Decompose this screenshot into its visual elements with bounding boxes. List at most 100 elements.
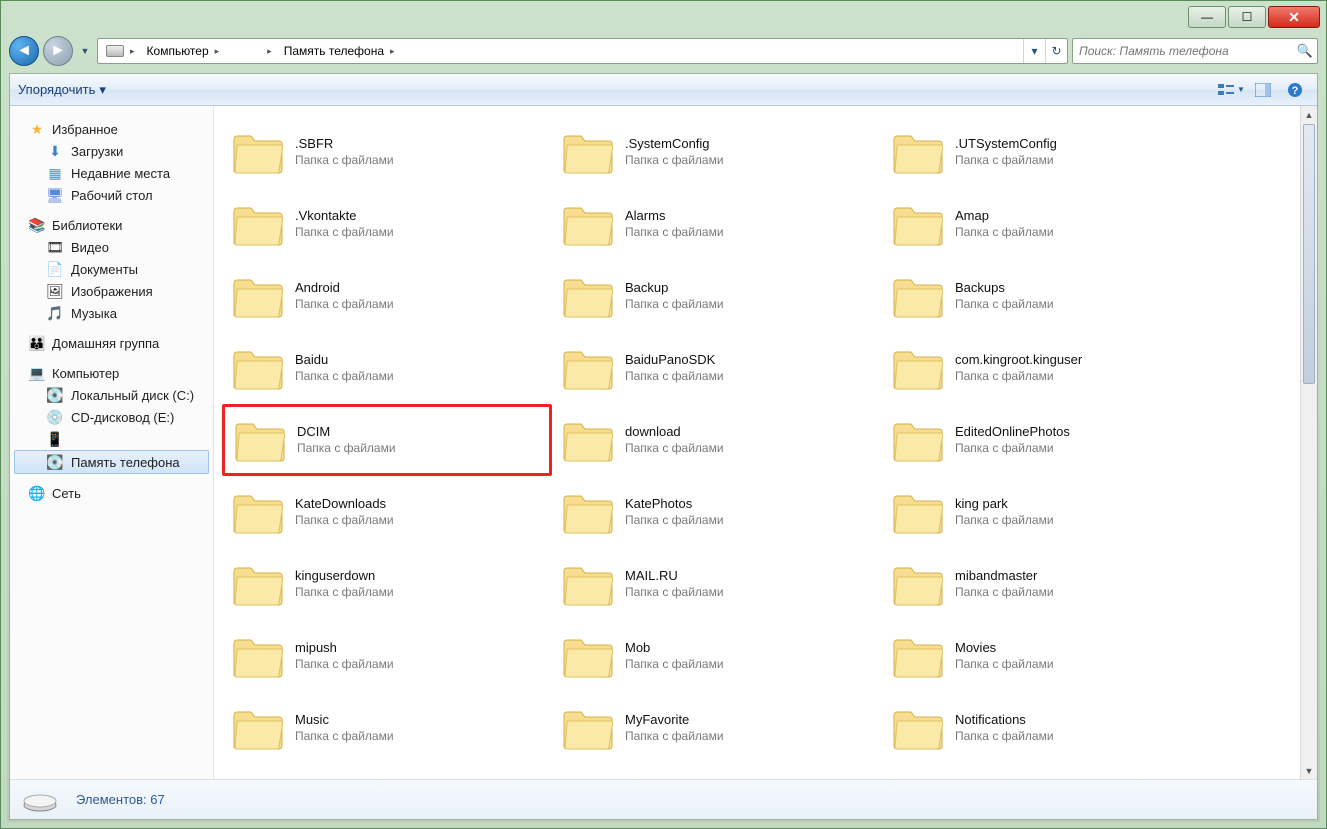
- scroll-up-button[interactable]: ▲: [1301, 106, 1317, 123]
- folder-item[interactable]: mibandmaster Папка с файлами: [882, 548, 1212, 620]
- folder-item[interactable]: BaiduPanoSDK Папка с файлами: [552, 332, 882, 404]
- folder-item[interactable]: download Папка с файлами: [552, 404, 882, 476]
- folder-item[interactable]: Backup Папка с файлами: [552, 260, 882, 332]
- folder-item[interactable]: kinguserdown Папка с файлами: [222, 548, 552, 620]
- sidebar-libraries-head[interactable]: 📚Библиотеки: [10, 214, 213, 236]
- sidebar-item-phone-memory[interactable]: 💽Память телефона: [14, 450, 209, 474]
- folder-icon: [561, 488, 615, 536]
- sidebar-computer-head[interactable]: 💻Компьютер: [10, 362, 213, 384]
- back-button[interactable]: ◄: [9, 36, 39, 66]
- sidebar-item-music[interactable]: 🎵Музыка: [10, 302, 213, 324]
- folder-item[interactable]: Movies Папка с файлами: [882, 620, 1212, 692]
- organize-menu[interactable]: Упорядочить ▾: [18, 82, 106, 98]
- sidebar-item-downloads[interactable]: ⬇Загрузки: [10, 140, 213, 162]
- sidebar-item-desktop[interactable]: 🖥Рабочий стол: [10, 184, 213, 206]
- folder-name: KateDownloads: [295, 496, 394, 513]
- folder-item[interactable]: Backups Папка с файлами: [882, 260, 1212, 332]
- scroll-thumb[interactable]: [1303, 124, 1315, 384]
- computer-icon: 💻: [28, 365, 46, 381]
- nav-history-dropdown[interactable]: ▼: [77, 36, 93, 66]
- crumb-phone-memory[interactable]: Память телефона: [276, 44, 386, 58]
- chevron-right-icon[interactable]: ▸: [386, 46, 399, 57]
- folder-item[interactable]: DCIM Папка с файлами: [222, 404, 552, 476]
- drive-icon: [22, 787, 58, 813]
- folder-name: Backup: [625, 280, 724, 297]
- maximize-button[interactable]: ☐: [1228, 6, 1266, 28]
- folder-type: Папка с файлами: [295, 585, 394, 601]
- folder-name: Mob: [625, 640, 724, 657]
- preview-pane-button[interactable]: [1249, 78, 1277, 102]
- close-button[interactable]: ✕: [1268, 6, 1320, 28]
- sidebar-item-cd-drive[interactable]: 💿CD-дисковод (E:): [10, 406, 213, 428]
- chevron-down-icon: ▾: [99, 82, 106, 98]
- svg-text:?: ?: [1292, 85, 1299, 97]
- folder-item[interactable]: Notifications Папка с файлами: [882, 692, 1212, 764]
- recent-places-icon: ▦: [46, 165, 64, 181]
- refresh-button[interactable]: ↻: [1045, 39, 1067, 63]
- folder-name: Amap: [955, 208, 1054, 225]
- chevron-down-icon: ▼: [1237, 85, 1245, 94]
- minimize-button[interactable]: —: [1188, 6, 1226, 28]
- folder-item[interactable]: KateDownloads Папка с файлами: [222, 476, 552, 548]
- folder-item[interactable]: .SystemConfig Папка с файлами: [552, 116, 882, 188]
- folder-item[interactable]: mipush Папка с файлами: [222, 620, 552, 692]
- scroll-down-button[interactable]: ▼: [1301, 762, 1317, 779]
- sidebar-favorites-head[interactable]: ★Избранное: [10, 118, 213, 140]
- sidebar-item-pictures[interactable]: 🖼Изображения: [10, 280, 213, 302]
- navigation-pane: ★Избранное ⬇Загрузки ▦Недавние места 🖥Ра…: [10, 106, 214, 779]
- drive-icon: 💽: [46, 454, 64, 470]
- address-bar[interactable]: ▸ Компьютер ▸ ▸ Память телефона ▸ ▾ ↻: [97, 38, 1068, 64]
- folder-item[interactable]: KatePhotos Папка с файлами: [552, 476, 882, 548]
- folder-name: .Vkontakte: [295, 208, 394, 225]
- crumb-computer[interactable]: Компьютер: [139, 44, 211, 58]
- chevron-right-icon[interactable]: ▸: [263, 46, 276, 57]
- vertical-scrollbar[interactable]: ▲ ▼: [1300, 106, 1317, 779]
- sidebar-item-documents[interactable]: 📄Документы: [10, 258, 213, 280]
- folder-item[interactable]: Alarms Папка с файлами: [552, 188, 882, 260]
- folder-item[interactable]: Android Папка с файлами: [222, 260, 552, 332]
- folder-type: Папка с файлами: [625, 585, 724, 601]
- folder-item[interactable]: .Vkontakte Папка с файлами: [222, 188, 552, 260]
- folder-item[interactable]: .SBFR Папка с файлами: [222, 116, 552, 188]
- chevron-right-icon[interactable]: ▸: [126, 46, 139, 57]
- folder-item[interactable]: king park Папка с файлами: [882, 476, 1212, 548]
- folder-icon: [231, 632, 285, 680]
- folder-item[interactable]: Amap Папка с файлами: [882, 188, 1212, 260]
- folder-item[interactable]: com.kingroot.kinguser Папка с файлами: [882, 332, 1212, 404]
- sidebar-item-recent[interactable]: ▦Недавние места: [10, 162, 213, 184]
- folder-type: Папка с файлами: [625, 225, 724, 241]
- folder-name: mipush: [295, 640, 394, 657]
- folder-icon: [561, 416, 615, 464]
- address-dropdown[interactable]: ▾: [1023, 39, 1045, 63]
- search-input[interactable]: [1073, 44, 1293, 58]
- sidebar-homegroup-head[interactable]: 👪Домашняя группа: [10, 332, 213, 354]
- folder-item[interactable]: MAIL.RU Папка с файлами: [552, 548, 882, 620]
- search-box[interactable]: 🔍: [1072, 38, 1318, 64]
- sidebar-network-head[interactable]: 🌐Сеть: [10, 482, 213, 504]
- folder-item[interactable]: EditedOnlinePhotos Папка с файлами: [882, 404, 1212, 476]
- folder-icon: [231, 344, 285, 392]
- documents-icon: 📄: [46, 261, 64, 277]
- chevron-right-icon[interactable]: ▸: [211, 46, 224, 57]
- search-icon[interactable]: 🔍: [1293, 43, 1317, 59]
- view-options-button[interactable]: ▼: [1217, 78, 1245, 102]
- client-area: Упорядочить ▾ ▼ ? ★Избранное ⬇Загрузки ▦…: [9, 73, 1318, 820]
- folder-item[interactable]: .UTSystemConfig Папка с файлами: [882, 116, 1212, 188]
- sidebar-item-device[interactable]: 📱: [10, 428, 213, 450]
- folder-item[interactable]: Baidu Папка с файлами: [222, 332, 552, 404]
- folder-type: Папка с файлами: [955, 729, 1054, 745]
- folder-type: Папка с файлами: [955, 153, 1057, 169]
- folder-item[interactable]: Mob Папка с файлами: [552, 620, 882, 692]
- sidebar-item-local-disk[interactable]: 💽Локальный диск (C:): [10, 384, 213, 406]
- network-icon: 🌐: [28, 485, 46, 501]
- folder-type: Папка с файлами: [625, 153, 724, 169]
- folder-icon: [561, 200, 615, 248]
- help-button[interactable]: ?: [1281, 78, 1309, 102]
- drive-icon: 💽: [46, 387, 64, 403]
- folder-item[interactable]: Music Папка с файлами: [222, 692, 552, 764]
- forward-button[interactable]: ►: [43, 36, 73, 66]
- folder-name: DCIM: [297, 424, 396, 441]
- folder-item[interactable]: MyFavorite Папка с файлами: [552, 692, 882, 764]
- sidebar-item-video[interactable]: 🎞Видео: [10, 236, 213, 258]
- folder-icon: [231, 488, 285, 536]
